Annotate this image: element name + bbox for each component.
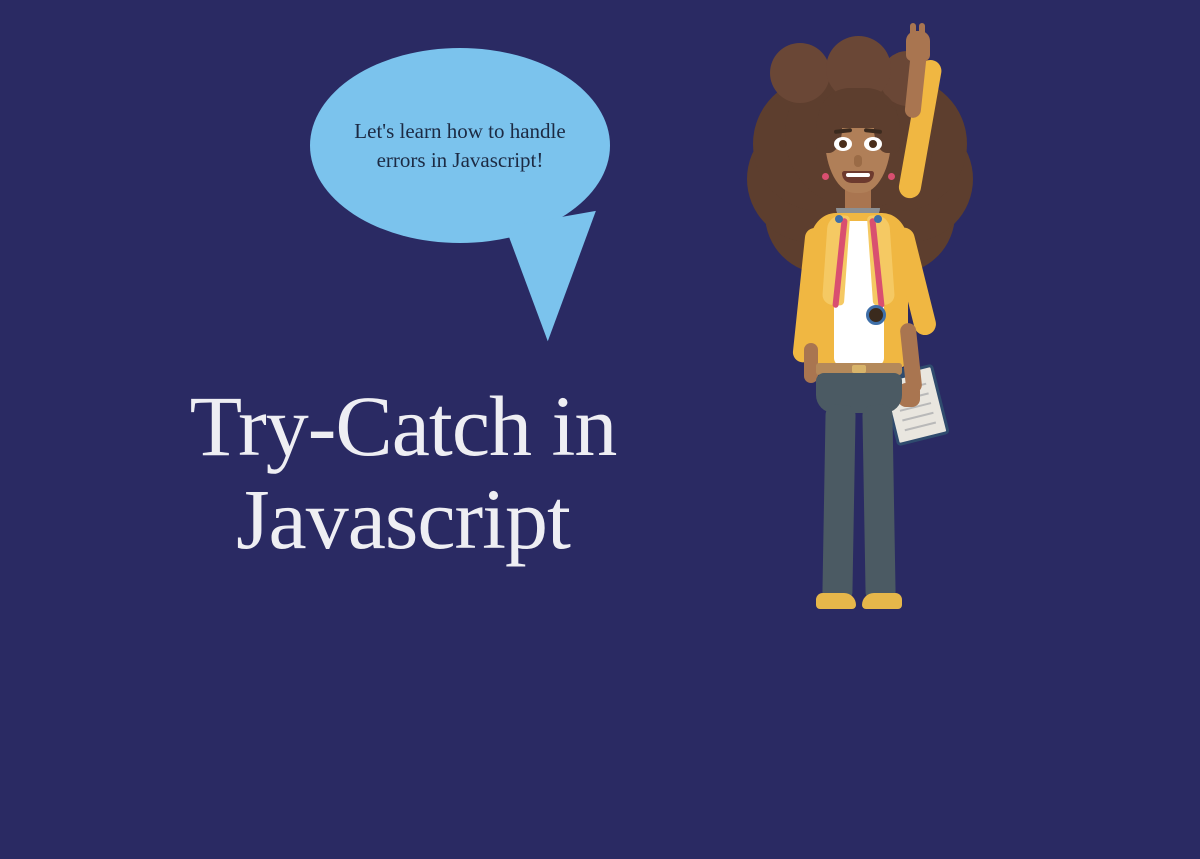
- mouth: [842, 171, 874, 183]
- nose: [854, 155, 862, 167]
- shoe: [862, 593, 902, 609]
- eye: [864, 137, 882, 151]
- earring: [888, 173, 895, 180]
- leg: [822, 405, 855, 600]
- shoe: [816, 593, 856, 609]
- stethoscope-head: [866, 305, 886, 325]
- page-title: Try-Catch in Javascript: [93, 380, 713, 566]
- speech-bubble: Let's learn how to handle errors in Java…: [310, 48, 610, 243]
- clipboard-line: [905, 422, 937, 432]
- stethoscope-earpiece: [874, 215, 882, 223]
- hand-waving: [906, 31, 930, 61]
- eye: [834, 137, 852, 151]
- clipboard-line: [902, 412, 934, 422]
- earring: [822, 173, 829, 180]
- stethoscope-earpiece: [835, 215, 843, 223]
- hair-curl: [770, 43, 830, 103]
- speech-bubble-text: Let's learn how to handle errors in Java…: [350, 117, 570, 174]
- speech-bubble-tail: [505, 211, 616, 345]
- character-illustration: [730, 33, 990, 633]
- leg: [862, 405, 895, 600]
